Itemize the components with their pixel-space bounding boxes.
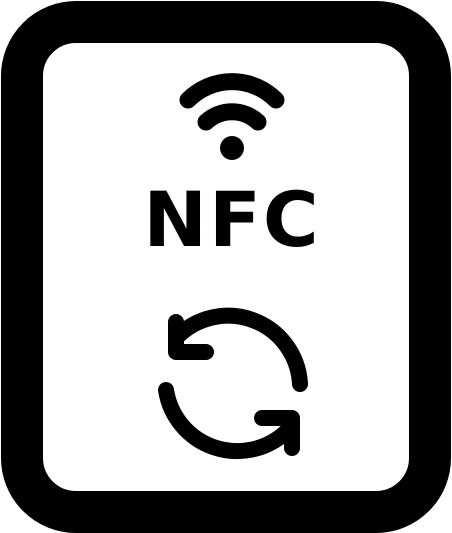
wifi-signal-icon <box>179 73 285 160</box>
sync-arrows-icon <box>158 307 308 460</box>
device-frame <box>1 1 451 533</box>
nfc-label: NFC <box>143 175 320 264</box>
nfc-icon-canvas: NFC <box>0 0 452 533</box>
nfc-refresh-icon: NFC <box>1 1 451 533</box>
